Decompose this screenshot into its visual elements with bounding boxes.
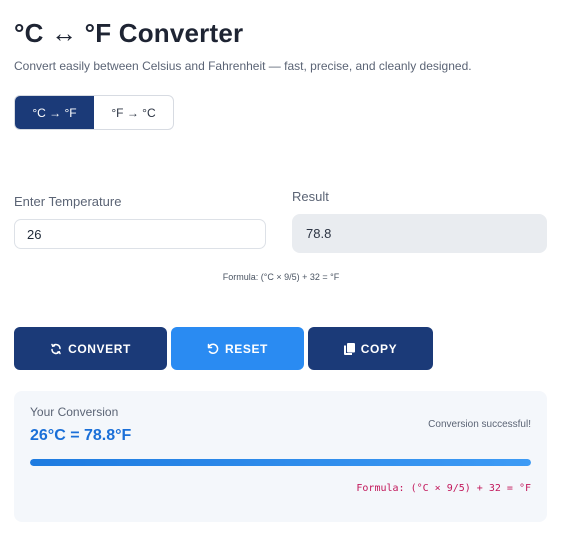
result-field: 78.8 — [292, 214, 547, 253]
reset-button-label: RESET — [224, 341, 268, 356]
conversion-formula: Formula: (°C × 9/5) + 32 = °F — [356, 483, 531, 494]
page-subtitle: Convert easily between Celsius and Fahre… — [14, 59, 472, 73]
conversion-result-text: 26°C = 78.8°F — [30, 427, 132, 444]
mode-c-to-f-button[interactable]: °C → °F — [15, 96, 94, 129]
status-message: Conversion successful! — [428, 419, 531, 430]
temperature-input-label: Enter Temperature — [14, 194, 122, 209]
temperature-input[interactable] — [14, 219, 266, 249]
progress-bar-fill — [30, 459, 531, 466]
copy-button-label: COPY — [360, 341, 398, 356]
formula-hint: Formula: (°C × 9/5) + 32 = °F — [222, 272, 340, 282]
undo-icon — [207, 343, 219, 355]
reset-button[interactable]: RESET — [171, 327, 304, 370]
result-label: Result — [292, 189, 329, 204]
mode-f-to-c-button[interactable]: °F → °C — [94, 96, 173, 129]
progress-bar — [30, 459, 531, 466]
convert-button-label: CONVERT — [68, 341, 131, 356]
conversion-card-label: Your Conversion — [30, 405, 119, 419]
conversion-card: Your Conversion 26°C = 78.8°F Conversion… — [14, 391, 547, 522]
copy-button[interactable]: COPY — [308, 327, 433, 370]
convert-button[interactable]: CONVERT — [14, 327, 167, 370]
refresh-icon — [50, 343, 62, 355]
result-value: 78.8 — [306, 226, 332, 241]
copy-icon — [343, 342, 355, 355]
page-title: °C ↔ °F Converter — [14, 18, 244, 48]
mode-toggle: °C → °F °F → °C — [14, 95, 174, 130]
